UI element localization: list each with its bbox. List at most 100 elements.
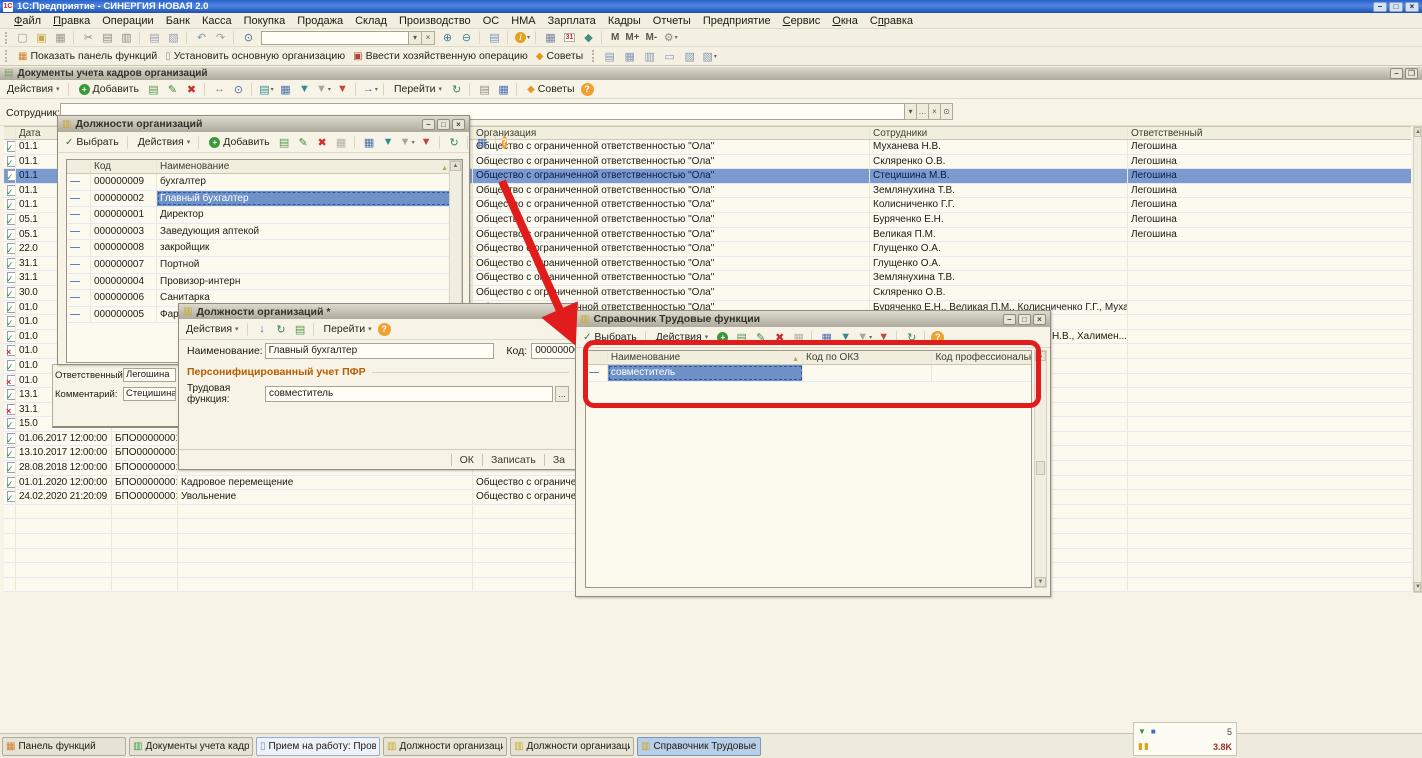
column-header-responsible[interactable]: Ответственный	[1128, 127, 1411, 139]
toolbar-icon[interactable]	[507, 31, 510, 44]
org-structure-icon[interactable]: ▥	[641, 49, 658, 64]
memory-add-button[interactable]: M+	[622, 32, 642, 43]
write-button[interactable]: Записать	[482, 454, 544, 466]
toolbar-icon[interactable]	[354, 136, 357, 149]
print-icon[interactable]: ▤	[146, 30, 163, 45]
edit-icon[interactable]: ✎	[164, 82, 181, 97]
delete-icon[interactable]: ✖	[183, 82, 200, 97]
menu-item[interactable]: Банк	[160, 15, 196, 27]
table-scrollbar[interactable]: ▲ ▼	[1413, 126, 1422, 593]
taskbar-hiring-document[interactable]: ▯ Прием на работу: Проведен	[256, 737, 380, 756]
copy-item-icon[interactable]: ▤	[292, 322, 309, 337]
column-header-organization[interactable]: Организация	[473, 127, 870, 139]
search-dropdown-button[interactable]: ▾	[409, 31, 422, 45]
restore-button[interactable]: ❐	[1405, 68, 1418, 79]
help-icon[interactable]: ?	[581, 83, 594, 96]
position-row[interactable]: — 000000001 Директор	[67, 207, 462, 224]
columns-icon[interactable]: ▦	[474, 135, 491, 150]
column-header-name[interactable]: Наименование	[608, 351, 803, 364]
responsible-field[interactable]: Легошина	[123, 368, 176, 382]
tips-button[interactable]: ◆Советы	[523, 81, 578, 97]
menu-item[interactable]: Предприятие	[697, 15, 777, 27]
toolbar-icon[interactable]	[601, 31, 604, 44]
toolbar-icon[interactable]	[535, 31, 538, 44]
save-icon[interactable]: ▦	[52, 30, 69, 45]
search-clear-button[interactable]: ×	[422, 31, 435, 45]
position-row[interactable]: — 000000008 закройщик	[67, 240, 462, 257]
menu-item[interactable]: Покупка	[238, 15, 292, 27]
search-icon[interactable]: ⊙	[240, 30, 257, 45]
select-button[interactable]: ✓Выбрать	[579, 329, 641, 345]
maximize-button[interactable]: □	[437, 119, 450, 130]
save-close-icon[interactable]: ↓	[254, 322, 271, 337]
menu-item[interactable]: Сервис	[777, 15, 827, 27]
filter-settings-icon[interactable]: ▦	[818, 330, 835, 345]
menu-item[interactable]: Зарплата	[542, 15, 602, 27]
refresh-icon[interactable]: ↻	[448, 82, 465, 97]
toolbar-icon[interactable]	[204, 83, 207, 96]
position-row[interactable]: — 000000009 бухгалтер	[67, 174, 462, 191]
menu-item[interactable]: Отчеты	[647, 15, 697, 27]
help-icon[interactable]: ?	[931, 331, 944, 344]
menu-item[interactable]: Файл	[8, 15, 47, 27]
actions-button[interactable]: Действия▾	[3, 81, 64, 97]
toolbar-grip[interactable]	[592, 50, 596, 62]
menu-item[interactable]: Производство	[393, 15, 477, 27]
scrollbar-thumb[interactable]	[1036, 461, 1045, 475]
scroll-down-icon[interactable]: ▼	[1035, 577, 1046, 587]
menu-item[interactable]: Окна	[826, 15, 864, 27]
select-button[interactable]: ✓Выбрать	[61, 134, 123, 150]
minimize-button[interactable]: –	[1003, 314, 1016, 325]
reread-icon[interactable]: ↻	[273, 322, 290, 337]
save-item-icon[interactable]: ▦	[790, 330, 807, 345]
close-button[interactable]: ×	[452, 119, 465, 130]
toolbar-icon[interactable]	[355, 83, 358, 96]
add-icon[interactable]: +	[714, 330, 731, 345]
clear-filter-icon[interactable]: ▼	[418, 135, 435, 150]
toolbar-icon[interactable]	[516, 83, 519, 96]
toolbar-icon[interactable]	[186, 31, 189, 44]
undo-icon[interactable]: ↶	[193, 30, 210, 45]
comment-field[interactable]: Стецишина	[123, 387, 176, 401]
zoom-in-icon[interactable]: ⊕	[439, 30, 456, 45]
copy-icon[interactable]: ▤	[99, 30, 116, 45]
reference-row[interactable]: — совместитель	[586, 365, 1031, 382]
show-function-panel-button[interactable]: ▦Показать панель функций	[14, 48, 161, 64]
settings-icon[interactable]: ⚙	[662, 30, 679, 45]
menu-item[interactable]: Операции	[96, 15, 159, 27]
column-header-code[interactable]: Код	[91, 160, 157, 173]
redo-icon[interactable]: ↷	[212, 30, 229, 45]
employee-open-button[interactable]: …	[917, 103, 929, 120]
filter-icon[interactable]: ▼	[837, 330, 854, 345]
mail-icon[interactable]: ▭	[661, 49, 678, 64]
quick-search-input[interactable]	[261, 31, 409, 45]
print-icon[interactable]: ▤	[476, 82, 493, 97]
refresh-icon[interactable]: ↻	[903, 330, 920, 345]
calculator-icon[interactable]: ▦	[542, 30, 559, 45]
scroll-down-icon[interactable]: ▼	[1414, 582, 1421, 592]
actions-button[interactable]: Действия▾	[182, 321, 243, 337]
column-header-okz[interactable]: Код по ОКЗ	[803, 351, 932, 364]
close-button[interactable]: ×	[1405, 2, 1419, 12]
delete-icon[interactable]: ✖	[314, 135, 331, 150]
reference-scrollbar[interactable]: ▲ ▼	[1034, 350, 1047, 588]
filter-icon[interactable]: ▼	[296, 82, 313, 97]
close-button[interactable]: ×	[1033, 314, 1046, 325]
toolbar-icon[interactable]	[896, 331, 899, 344]
set-interval-icon[interactable]: ↔	[211, 82, 228, 97]
menu-item[interactable]: ОС	[477, 15, 506, 27]
help-icon[interactable]: ?	[502, 136, 508, 149]
maximize-button[interactable]: □	[1018, 314, 1031, 325]
toolbar-icon[interactable]	[439, 136, 442, 149]
toolbar-icon[interactable]	[73, 31, 76, 44]
post-document-icon[interactable]: →	[362, 82, 379, 97]
cut-icon[interactable]: ✂	[80, 30, 97, 45]
minimize-button[interactable]: –	[422, 119, 435, 130]
edit-icon[interactable]: ✎	[752, 330, 769, 345]
menu-item[interactable]: НМА	[505, 15, 541, 27]
find-icon[interactable]: ⊙	[230, 82, 247, 97]
columns-icon[interactable]: ▦	[495, 82, 512, 97]
column-header-name[interactable]: Наименование	[157, 160, 451, 173]
filter-settings-icon[interactable]: ▦	[277, 82, 294, 97]
toolbar-grip[interactable]	[5, 50, 9, 62]
